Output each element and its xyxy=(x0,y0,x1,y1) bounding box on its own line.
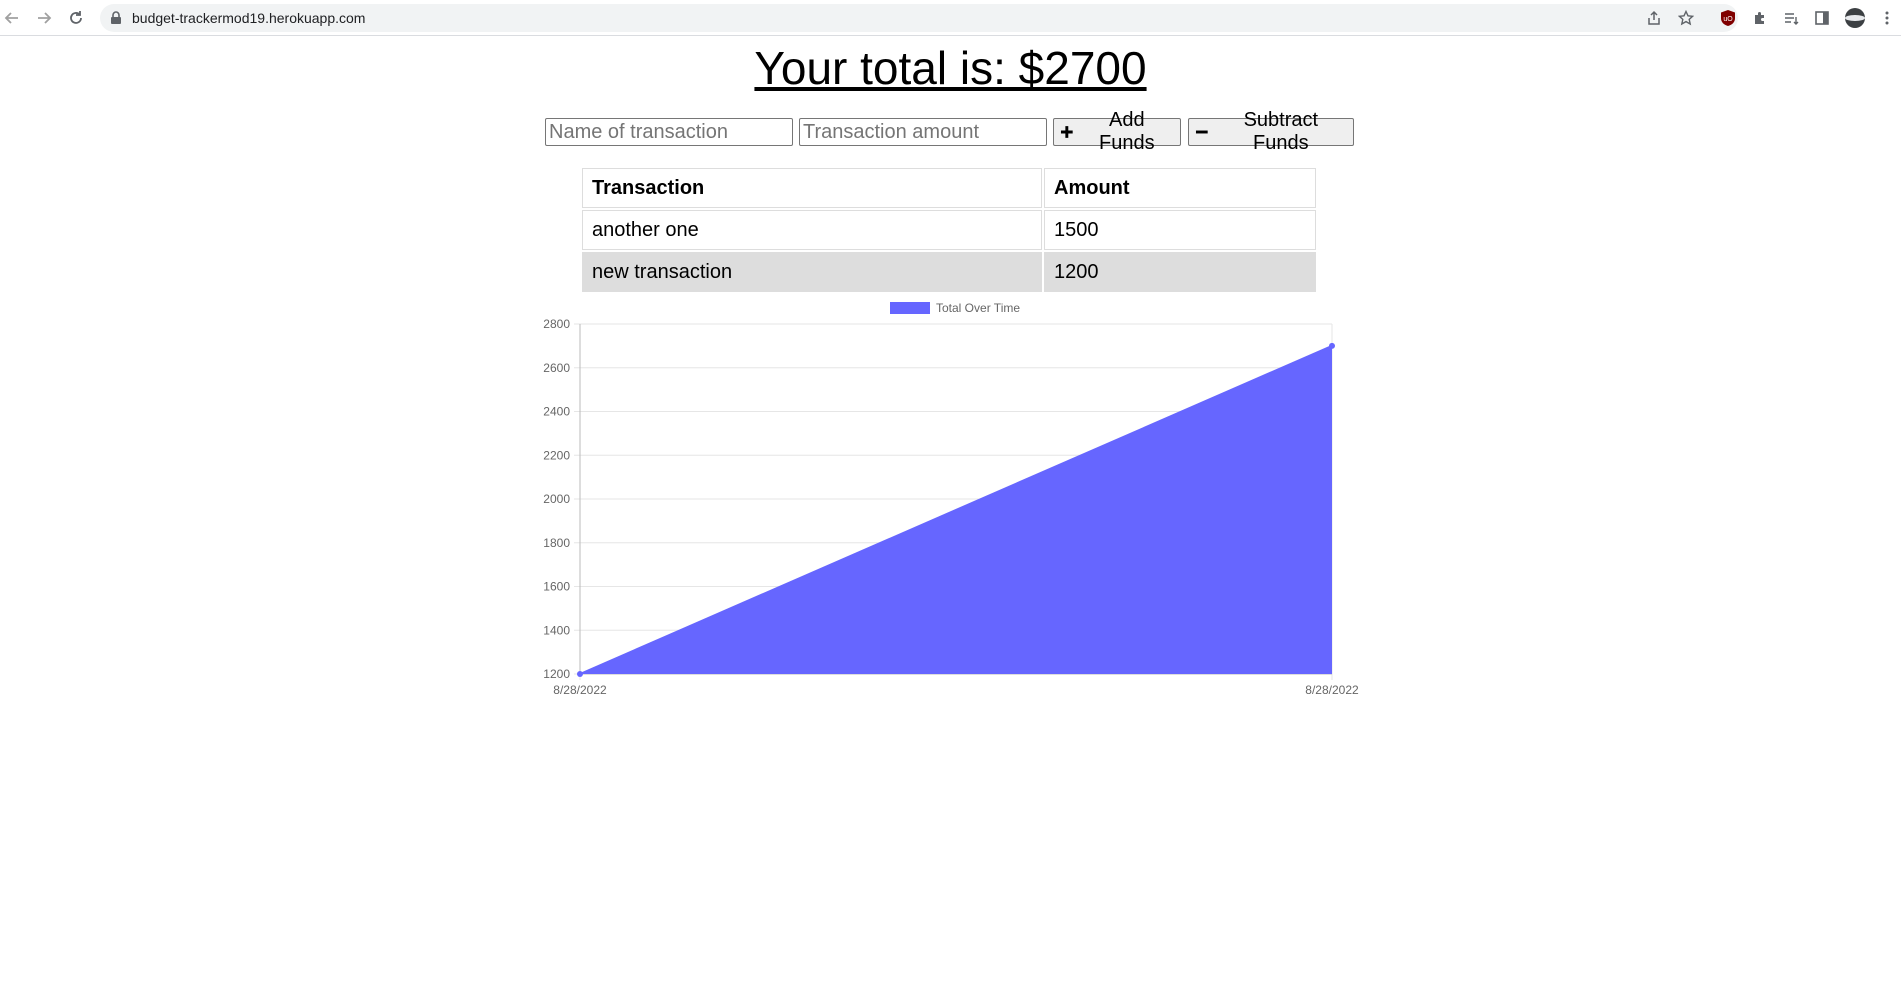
subtract-funds-button[interactable]: Subtract Funds xyxy=(1188,109,1354,154)
data-point xyxy=(1329,342,1335,349)
total-over-time-chart[interactable]: 1200 1400 1600 1800 2000 2200 2400 2600 2800 8/28… xyxy=(530,296,1370,706)
puzzle-icon[interactable] xyxy=(1749,7,1771,29)
row-transaction-name: another one xyxy=(582,210,1042,250)
svg-text:uO: uO xyxy=(1723,16,1733,23)
total-heading: Your total is: $2700 xyxy=(754,42,1147,94)
browser-toolbar: budget-trackermod19.herokuapp.com uO xyxy=(0,0,1901,36)
y-tick-label: 2000 xyxy=(543,492,570,506)
reload-icon xyxy=(70,11,82,24)
header-transaction: Transaction xyxy=(582,168,1042,208)
back-icon xyxy=(4,12,18,24)
forward-icon xyxy=(38,12,52,24)
lock-icon[interactable] xyxy=(110,11,122,25)
row-transaction-name: new transaction xyxy=(582,252,1042,292)
y-tick-label: 1400 xyxy=(543,623,570,637)
ublock-icon[interactable]: uO xyxy=(1717,7,1739,29)
address-bar[interactable]: budget-trackermod19.herokuapp.com xyxy=(100,4,1738,32)
table-header-row: Transaction Amount xyxy=(582,168,1316,208)
row-transaction-amount: 1500 xyxy=(1044,210,1316,250)
profile-avatar[interactable] xyxy=(1844,7,1866,29)
x-tick-label: 8/28/2022 xyxy=(1305,683,1359,697)
header-amount: Amount xyxy=(1044,168,1316,208)
y-tick-label: 2400 xyxy=(543,405,570,419)
y-tick-label: 2200 xyxy=(543,448,570,462)
y-tick-label: 2800 xyxy=(543,317,570,331)
y-tick-label: 1600 xyxy=(543,580,570,594)
y-tick-label: 1800 xyxy=(543,536,570,550)
add-funds-button[interactable]: Add Funds xyxy=(1053,109,1181,154)
table-row: new transaction 1200 xyxy=(582,252,1316,292)
reload-button[interactable] xyxy=(64,6,88,30)
url-text[interactable]: budget-trackermod19.herokuapp.com xyxy=(132,10,365,26)
transaction-name-input[interactable] xyxy=(545,118,793,146)
table-row: another one 1500 xyxy=(582,210,1316,250)
minus-icon xyxy=(1195,130,1208,134)
legend-label: Total Over Time xyxy=(936,301,1020,315)
data-point xyxy=(577,671,583,677)
plus-icon xyxy=(1060,126,1073,138)
transaction-amount-input[interactable] xyxy=(799,118,1047,146)
back-button[interactable] xyxy=(0,6,24,30)
x-tick-label: 8/28/2022 xyxy=(553,683,607,697)
star-icon[interactable] xyxy=(1676,8,1696,28)
forward-button[interactable] xyxy=(32,6,56,30)
add-funds-label: Add Funds xyxy=(1099,109,1155,154)
row-transaction-amount: 1200 xyxy=(1044,252,1316,292)
share-icon[interactable] xyxy=(1644,8,1664,28)
more-icon[interactable] xyxy=(1876,7,1898,29)
legend-swatch xyxy=(890,302,930,314)
reading-list-icon[interactable] xyxy=(1780,7,1802,29)
side-panel-icon[interactable] xyxy=(1811,7,1833,29)
y-tick-label: 1200 xyxy=(543,667,570,681)
y-tick-label: 2600 xyxy=(543,361,570,375)
subtract-funds-label: Subtract Funds xyxy=(1243,109,1319,154)
transactions-table: Transaction Amount another one 1500 new … xyxy=(580,166,1318,294)
